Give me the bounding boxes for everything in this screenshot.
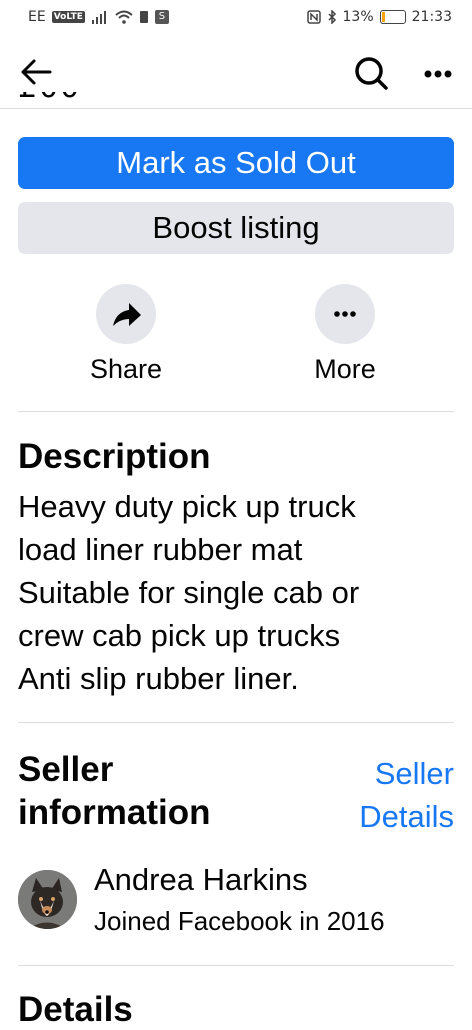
seller-link-line1: Seller xyxy=(374,756,454,791)
description-line: Heavy duty pick up truck xyxy=(18,489,356,524)
more-options-button[interactable] xyxy=(420,66,456,82)
section-divider-2 xyxy=(18,722,454,723)
back-arrow-icon xyxy=(21,59,52,85)
share-action[interactable]: Share xyxy=(66,284,186,385)
description-line: Anti slip rubber liner. xyxy=(18,661,299,696)
wifi-icon xyxy=(115,10,133,24)
seller-avatar[interactable] xyxy=(18,870,77,929)
nfc-icon xyxy=(306,10,321,24)
seller-link-line2: Details xyxy=(359,799,454,834)
price-text: £00 xyxy=(18,92,81,105)
battery-percent: 13% xyxy=(342,9,374,25)
description-line: crew cab pick up trucks xyxy=(18,618,341,653)
seller-information-heading: Seller information xyxy=(18,748,210,834)
signal-icon xyxy=(91,11,106,24)
search-icon xyxy=(355,57,388,90)
volte-badge: VoLTE xyxy=(51,11,85,23)
dog-avatar-image xyxy=(18,870,77,929)
more-dots-icon xyxy=(334,311,356,317)
status-bar: EE VoLTE S 13% 21:33 xyxy=(0,0,472,36)
seller-name[interactable]: Andrea Harkins xyxy=(94,862,308,898)
seller-heading-line2: information xyxy=(18,793,211,832)
seller-joined-date: Joined Facebook in 2016 xyxy=(94,906,385,936)
sim-icon xyxy=(139,11,148,23)
sim-badge: S xyxy=(154,10,169,24)
back-button[interactable] xyxy=(18,56,54,88)
share-circle[interactable] xyxy=(96,284,156,344)
more-action[interactable]: More xyxy=(285,284,405,385)
share-arrow-icon xyxy=(113,303,141,326)
details-heading: Details xyxy=(18,990,133,1029)
carrier-label: EE xyxy=(28,9,46,25)
share-label: Share xyxy=(89,354,163,384)
more-label: More xyxy=(314,354,376,384)
more-circle[interactable] xyxy=(315,284,375,344)
status-right: 13% 21:33 xyxy=(306,9,452,25)
description-line: Suitable for single cab or xyxy=(18,575,360,610)
price-partial: £00 xyxy=(18,92,81,112)
mark-sold-out-button[interactable]: Mark as Sold Out xyxy=(18,137,454,189)
battery-icon xyxy=(379,10,406,24)
description-line: load liner rubber mat xyxy=(18,532,303,567)
description-body: Heavy duty pick up truck load liner rubb… xyxy=(18,485,458,700)
section-divider-3 xyxy=(18,965,454,966)
boost-listing-button[interactable]: Boost listing xyxy=(18,202,454,254)
seller-heading-line1: Seller xyxy=(18,750,114,789)
status-left: EE VoLTE S xyxy=(28,9,169,25)
clock: 21:33 xyxy=(411,9,452,25)
section-divider-1 xyxy=(18,411,454,412)
search-button[interactable] xyxy=(352,54,390,92)
seller-details-link[interactable]: Seller Details xyxy=(359,752,454,838)
bluetooth-icon xyxy=(327,10,336,24)
description-heading: Description xyxy=(18,437,211,476)
more-horizontal-icon xyxy=(424,70,452,78)
